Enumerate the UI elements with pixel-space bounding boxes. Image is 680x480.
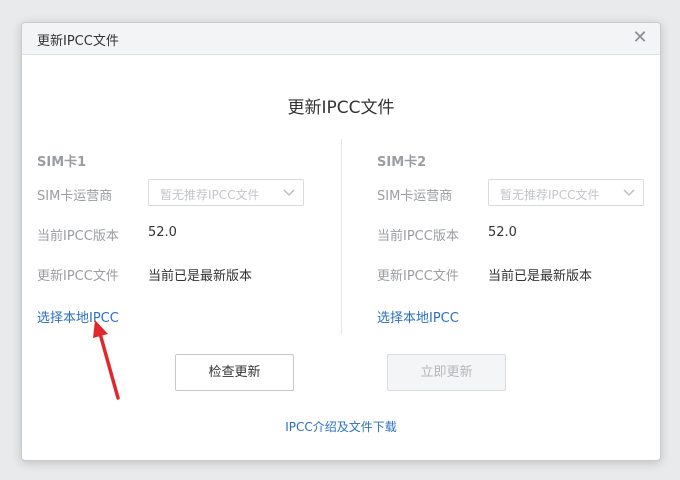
sim1-version-row: 当前IPCC版本 52.0 [37,219,317,249]
update-now-button[interactable]: 立即更新 [387,354,506,391]
sim2-version-value: 52.0 [488,225,517,240]
sim1-update-label: 更新IPCC文件 [37,269,119,284]
sim2-select-local-ipcc-link[interactable]: 选择本地IPCC [377,307,459,326]
ipcc-intro-download-link[interactable]: IPCC介绍及文件下载 [22,418,660,435]
sim1-version-value: 52.0 [148,225,177,240]
sim2-title: SIM卡2 [377,155,427,170]
dialog-titlebar: 更新IPCC文件 ✕ [22,23,660,55]
close-icon[interactable]: ✕ [629,27,651,49]
sim1-carrier-label: SIM卡运营商 [37,189,113,204]
sim1-update-status: 当前已是最新版本 [148,269,253,284]
sim1-carrier-placeholder: 暂无推荐IPCC文件 [160,188,260,202]
sim2-update-label: 更新IPCC文件 [377,269,459,284]
column-divider [341,139,342,334]
sim1-title: SIM卡1 [37,155,87,170]
page-title: 更新IPCC文件 [287,98,395,118]
check-update-button[interactable]: 检查更新 [175,354,294,391]
sim2-carrier-row: SIM卡运营商 暂无推荐IPCC文件 [377,179,657,209]
sim1-version-label: 当前IPCC版本 [37,229,119,244]
sim2-carrier-label: SIM卡运营商 [377,189,453,204]
dialog-title: 更新IPCC文件 [37,34,119,49]
sim2-carrier-placeholder: 暂无推荐IPCC文件 [500,188,600,202]
sim1-panel: SIM卡1 SIM卡运营商 暂无推荐IPCC文件 当前IPCC版本 52.0 更… [37,151,317,289]
sim2-update-row: 更新IPCC文件 当前已是最新版本 [377,259,657,289]
sim2-version-row: 当前IPCC版本 52.0 [377,219,657,249]
sim1-carrier-select[interactable]: 暂无推荐IPCC文件 [148,179,304,206]
sim2-carrier-select[interactable]: 暂无推荐IPCC文件 [488,179,644,206]
update-ipcc-dialog: 更新IPCC文件 ✕ 更新IPCC文件 SIM卡1 SIM卡运营商 暂无推荐IP… [21,22,661,461]
sim1-carrier-row: SIM卡运营商 暂无推荐IPCC文件 [37,179,317,209]
chevron-down-icon [283,189,295,196]
sim2-update-status: 当前已是最新版本 [488,269,593,284]
sim2-panel: SIM卡2 SIM卡运营商 暂无推荐IPCC文件 当前IPCC版本 52.0 更… [377,151,657,289]
chevron-down-icon [623,189,635,196]
sim1-update-row: 更新IPCC文件 当前已是最新版本 [37,259,317,289]
red-arrow-annotation [93,320,120,400]
sim2-version-label: 当前IPCC版本 [377,229,459,244]
